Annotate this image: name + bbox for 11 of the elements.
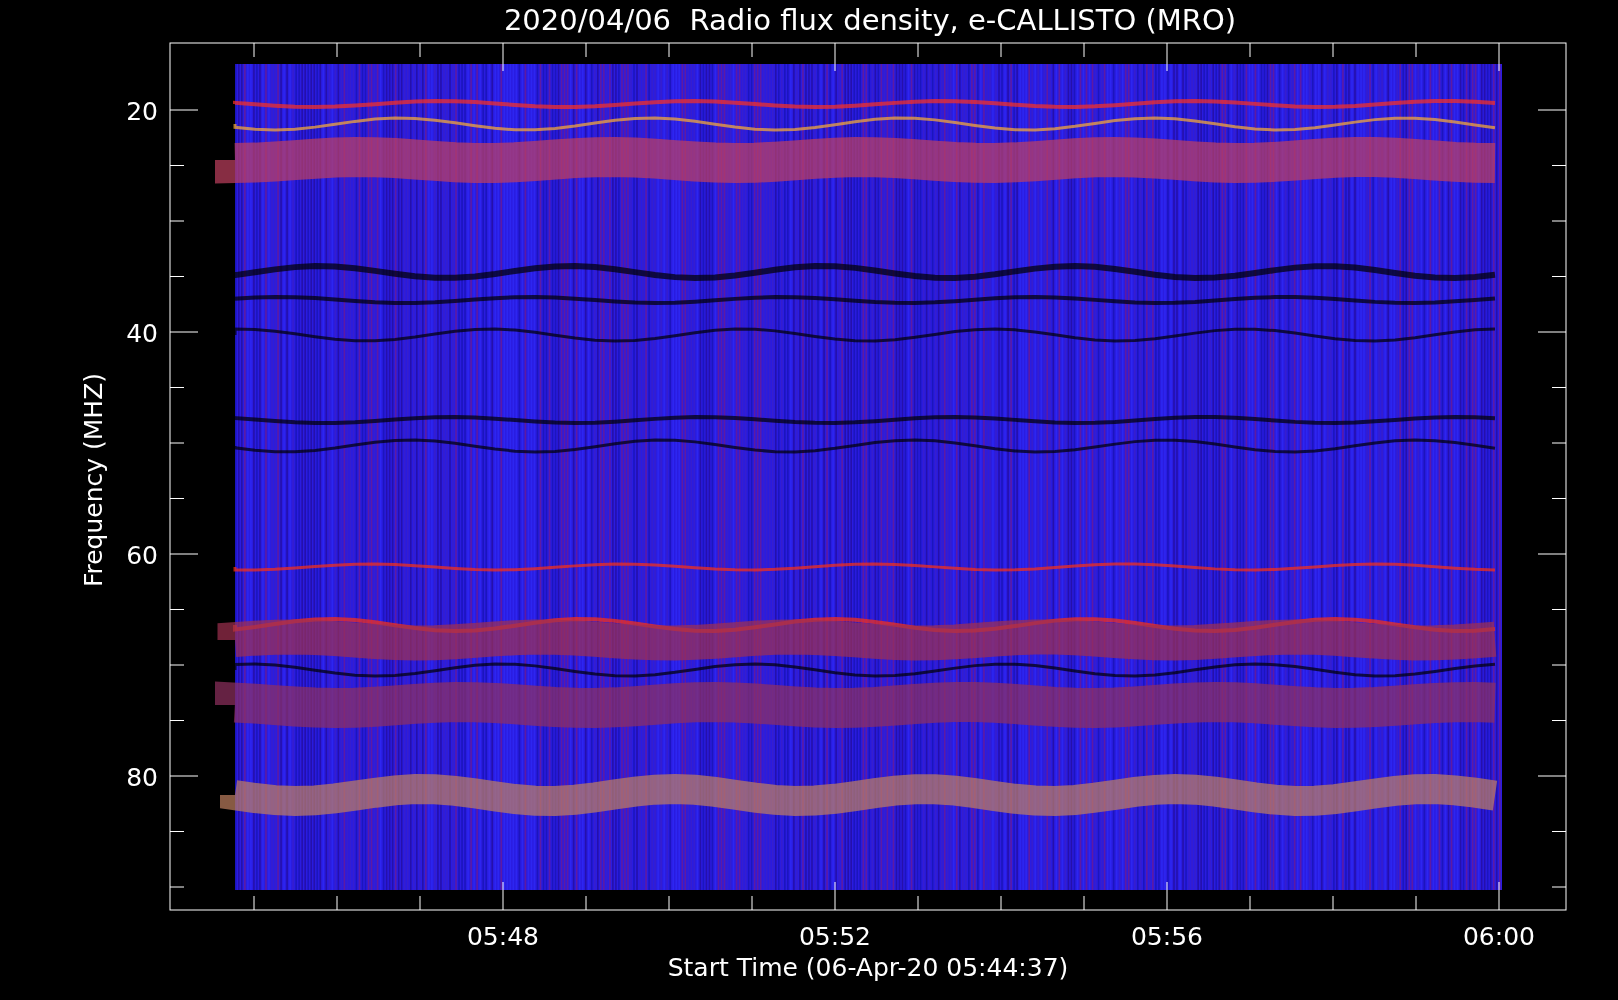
x-tick-label: 06:00 — [1463, 922, 1535, 951]
y-tick-label: 60 — [126, 541, 158, 570]
y-tick-label: 40 — [126, 319, 158, 348]
chart-title: 2020/04/06 Radio flux density, e-CALLISTO (MRO) — [503, 3, 1237, 37]
y-tick-label: 20 — [126, 97, 158, 126]
x-tick-label: 05:48 — [467, 922, 539, 951]
x-tick-label: 05:56 — [1131, 922, 1203, 951]
x-axis-label: Start Time (06-Apr-20 05:44:37) — [667, 953, 1069, 982]
y-tick-label: 80 — [126, 763, 158, 792]
x-tick-label: 05:52 — [799, 922, 871, 951]
y-axis-label: Frequency (MHZ) — [79, 372, 108, 588]
